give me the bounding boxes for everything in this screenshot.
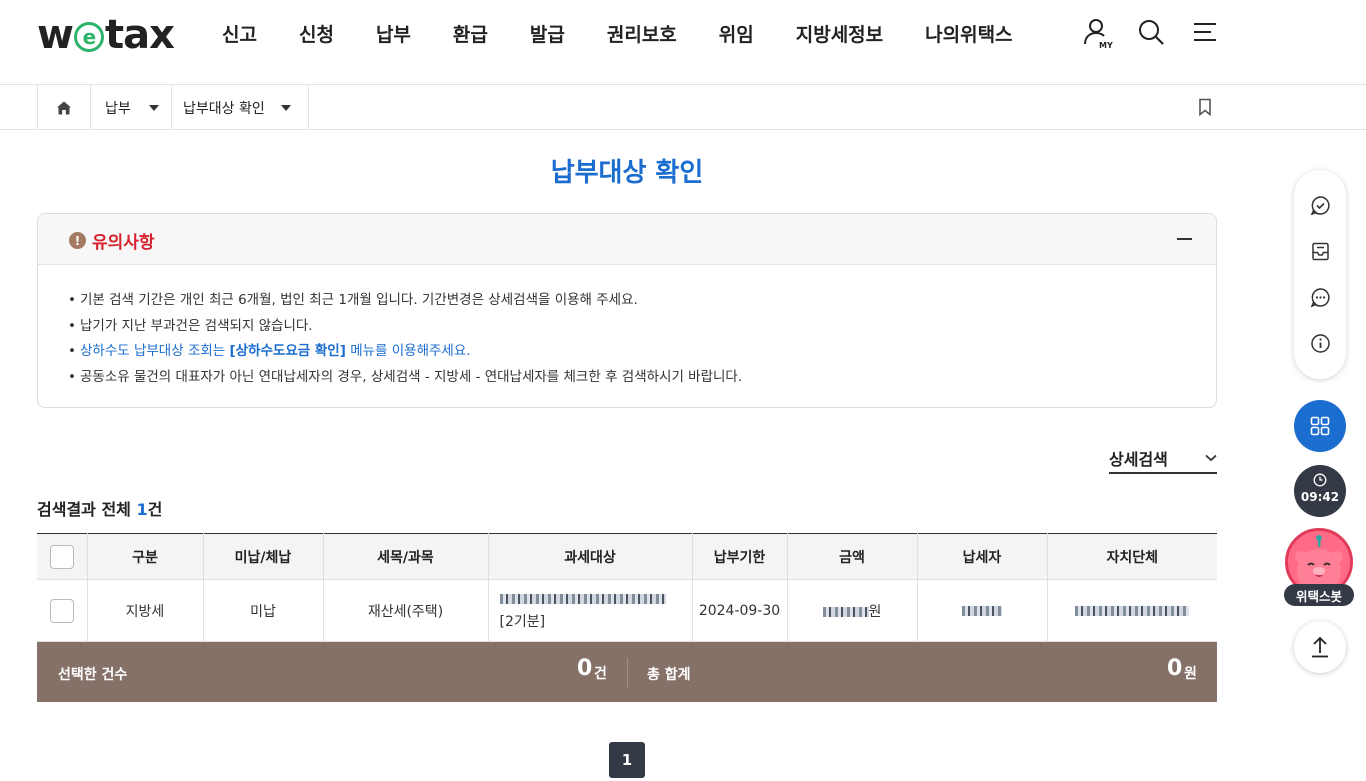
chat-icon[interactable] [1310, 287, 1331, 308]
notice-title: ! 유의사항 [69, 228, 155, 253]
quick-menu [1294, 170, 1346, 379]
redacted-local-government [1075, 605, 1190, 616]
breadcrumb-bar: 납부 납부대상 확인 [0, 85, 1366, 130]
result-count-number: 1 [136, 500, 148, 519]
redacted-taxpayer [962, 605, 1002, 616]
nav-issue[interactable]: 발급 [530, 20, 565, 47]
exclamation-icon: ! [69, 232, 86, 249]
column-header: 과세대상 [487, 533, 692, 580]
result-count: 검색결과 전체 1건 [37, 500, 163, 519]
header-utility-icons: MY [1083, 18, 1245, 52]
logo-e-circle: e [73, 22, 104, 52]
cell-amount: 원 [786, 579, 917, 642]
notice-item: 기본 검색 기간은 개인 최근 6개월, 법인 최근 1개월 입니다. 기간변경… [68, 288, 1216, 314]
selection-summary-bar: 선택한 건수 0 건 총 합계 0 원 [37, 642, 1217, 702]
total-sum-label: 총 합계 [647, 667, 691, 683]
arrow-up-icon [1312, 636, 1328, 658]
column-header: 납부기한 [691, 533, 787, 580]
nav-apply[interactable]: 신청 [299, 20, 334, 47]
breadcrumb-home[interactable] [38, 85, 91, 130]
cell-status: 미납 [202, 579, 323, 642]
redacted-amount [822, 606, 869, 617]
bookmark-icon[interactable] [1197, 98, 1213, 120]
wetax-bot-button[interactable]: 위택스봇 [1284, 528, 1354, 608]
breadcrumb: 납부 납부대상 확인 [37, 85, 309, 130]
home-icon [57, 101, 71, 114]
column-header: 미납/체납 [202, 533, 323, 580]
nav-delegation[interactable]: 위임 [719, 20, 754, 47]
my-page-icon[interactable]: MY [1083, 18, 1115, 52]
cell-tax-target: [2기분] [487, 579, 692, 642]
nav-refund[interactable]: 환급 [453, 20, 488, 47]
table-row: 지방세 미납 재산세(주택) [2기분] 2024-09-30 원 [37, 579, 1217, 642]
notice-item-water-link[interactable]: 상하수도 납부대상 조회는 [상하수도요금 확인] 메뉴를 이용해주세요. [68, 339, 1216, 365]
detail-search-toggle[interactable]: 상세검색 [1109, 443, 1217, 474]
nav-report[interactable]: 신고 [222, 20, 257, 47]
summary-divider [627, 658, 628, 688]
select-all-cell [37, 533, 87, 580]
header: w e tax 신고 신청 납부 환급 발급 권리보호 위임 지방세정보 나의위택스… [0, 0, 1366, 85]
notice-title-text: 유의사항 [92, 233, 155, 253]
session-timer-value: 09:42 [1300, 490, 1340, 504]
column-header: 금액 [786, 533, 917, 580]
cell-tax-item: 재산세(주택) [322, 579, 488, 642]
grid-icon [1310, 416, 1330, 436]
cell-period: [2기분] [499, 613, 546, 630]
page-title: 납부대상 확인 [550, 158, 704, 188]
scroll-to-top-button[interactable] [1294, 621, 1346, 673]
info-icon[interactable] [1310, 333, 1331, 354]
cell-category: 지방세 [86, 579, 203, 642]
search-icon[interactable] [1137, 18, 1169, 52]
column-header: 자치단체 [1046, 533, 1217, 580]
notice-item: 공동소유 물건의 대표자가 아닌 연대납세자의 경우, 상세검색 - 지방세 -… [68, 365, 1216, 391]
main-navigation: 신고 신청 납부 환급 발급 권리보호 위임 지방세정보 나의위택스 [222, 20, 1013, 47]
wetax-logo[interactable]: w e tax [37, 12, 175, 58]
notice-header: ! 유의사항 [38, 214, 1216, 265]
logo-text-post: tax [104, 12, 175, 58]
check-bubble-icon[interactable] [1310, 195, 1331, 216]
notice-box: ! 유의사항 기본 검색 기간은 개인 최근 6개월, 법인 최근 1개월 입니… [37, 213, 1217, 408]
inbox-icon[interactable] [1310, 241, 1331, 262]
nav-my-wetax[interactable]: 나의위택스 [925, 20, 1012, 47]
chevron-down-icon [280, 104, 291, 111]
redacted-text [499, 593, 666, 604]
my-label: MY [1099, 41, 1113, 50]
chevron-down-icon [148, 104, 159, 111]
detail-search-label: 상세검색 [1109, 449, 1168, 469]
total-sum-value: 0 [1167, 656, 1183, 681]
selected-count-unit: 건 [594, 666, 607, 682]
select-all-checkbox[interactable] [49, 544, 74, 569]
chevron-down-icon [1205, 454, 1217, 461]
all-menu-grid-button[interactable] [1294, 400, 1346, 452]
breadcrumb-level1-dropdown[interactable]: 납부 [91, 85, 172, 130]
clock-icon [1313, 473, 1327, 487]
cell-local-government [1046, 579, 1217, 642]
cell-taxpayer [916, 579, 1047, 642]
collapse-button[interactable] [1177, 238, 1192, 240]
notice-item: 납기가 지난 부과건은 검색되지 않습니다. [68, 314, 1216, 340]
column-header: 세목/과목 [322, 533, 488, 580]
selected-count-label: 선택한 건수 [58, 667, 128, 683]
breadcrumb-level2-dropdown[interactable]: 납부대상 확인 [172, 85, 309, 130]
total-sum-unit: 원 [1184, 666, 1197, 682]
notice-list: 기본 검색 기간은 개인 최근 6개월, 법인 최근 1개월 입니다. 기간변경… [38, 265, 1216, 390]
hamburger-menu-icon[interactable] [1191, 18, 1223, 52]
column-header: 구분 [86, 533, 203, 580]
table-header-row: 구분 미납/체납 세목/과목 과세대상 납부기한 금액 납세자 자치단체 [37, 533, 1217, 580]
nav-payment[interactable]: 납부 [376, 20, 411, 47]
bot-label: 위택스봇 [1284, 584, 1354, 606]
logo-text-pre: w [37, 12, 74, 58]
result-table: 구분 미납/체납 세목/과목 과세대상 납부기한 금액 납세자 자치단체 지방세… [37, 533, 1217, 642]
breadcrumb-level2-label: 납부대상 확인 [183, 100, 265, 117]
row-select-cell [37, 579, 87, 642]
breadcrumb-level1-label: 납부 [105, 100, 131, 117]
column-header: 납세자 [916, 533, 1047, 580]
cell-due-date: 2024-09-30 [691, 579, 787, 642]
pagination-page-button[interactable]: 1 [609, 742, 645, 778]
selected-count-value: 0 [577, 656, 593, 681]
session-timer-button[interactable]: 09:42 [1294, 465, 1346, 517]
row-checkbox[interactable] [49, 598, 74, 623]
nav-local-tax-info[interactable]: 지방세정보 [796, 20, 883, 47]
nav-rights-protection[interactable]: 권리보호 [607, 20, 677, 47]
